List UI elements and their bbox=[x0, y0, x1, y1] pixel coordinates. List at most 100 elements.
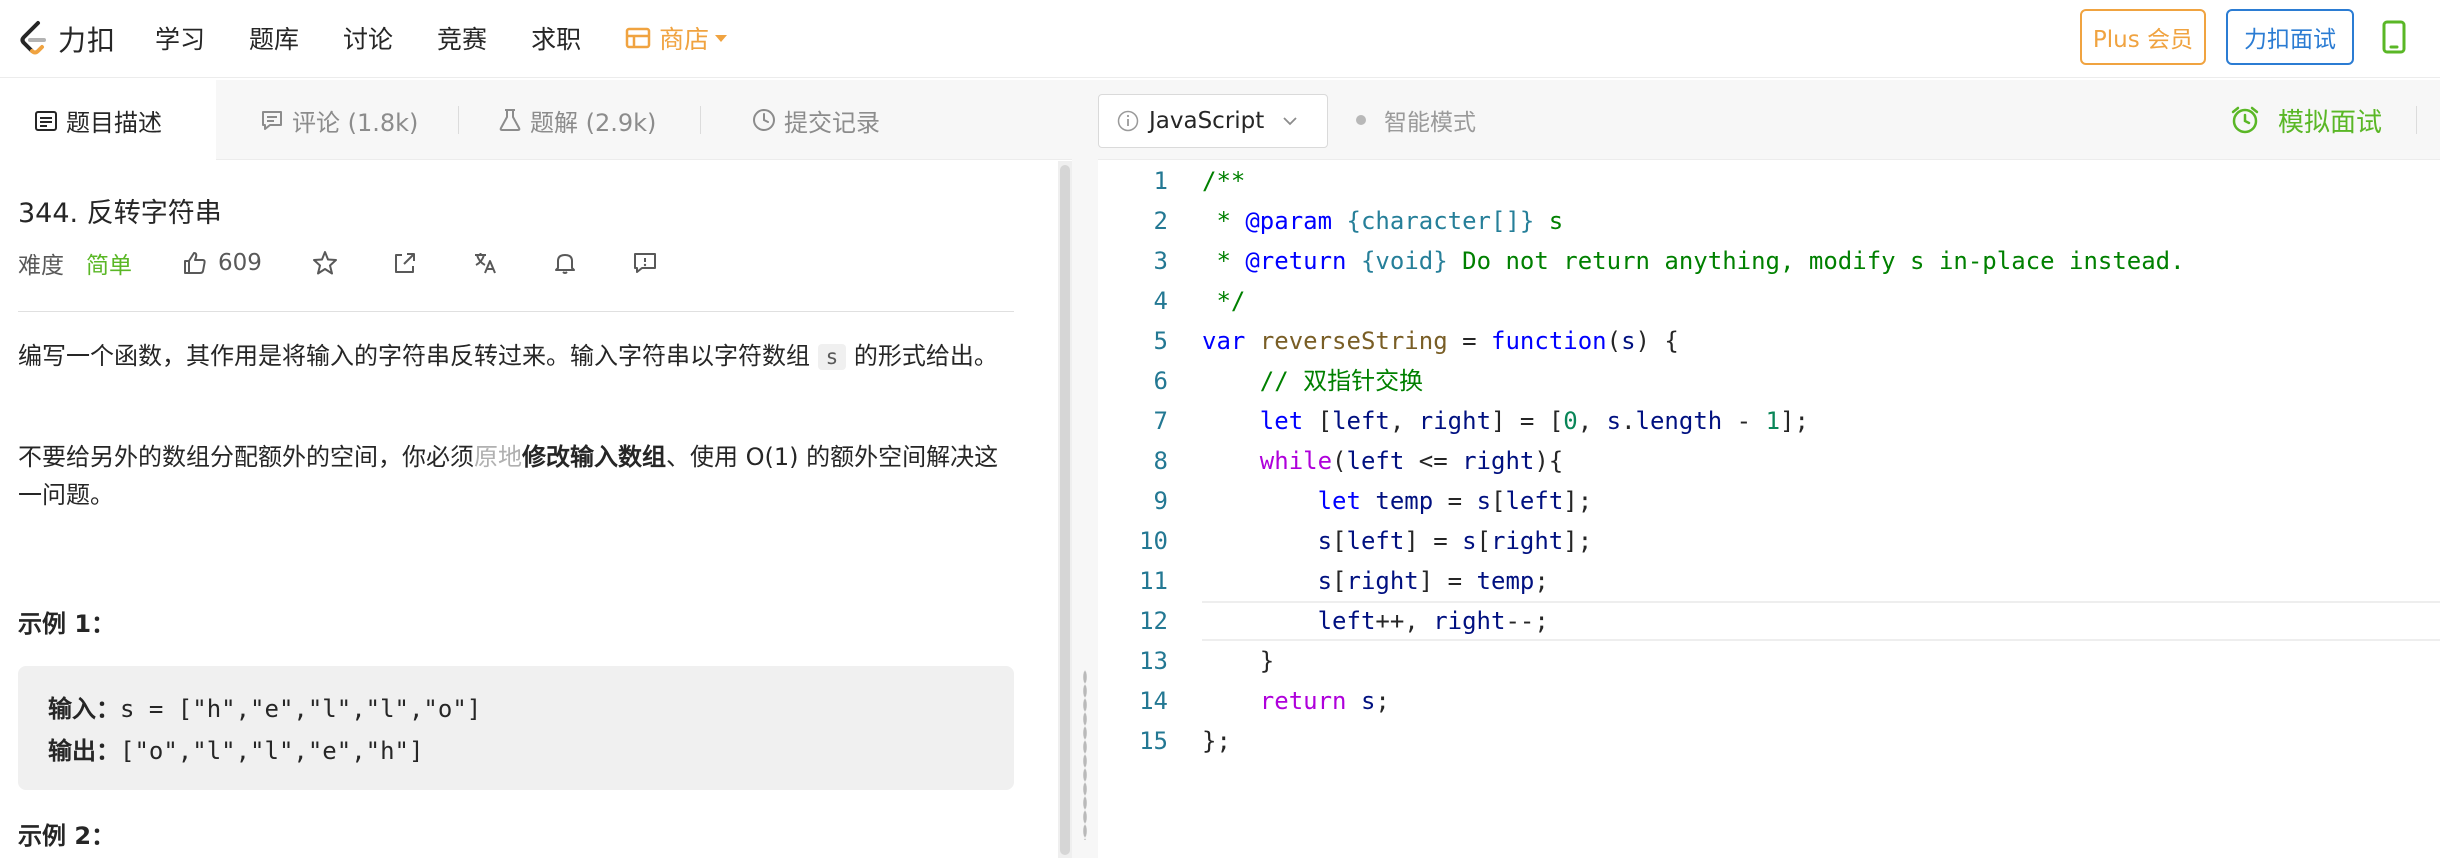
tab-label: 题解 (2.9k) bbox=[530, 108, 657, 137]
smart-mode-toggle[interactable]: 智能模式 bbox=[1356, 80, 1476, 160]
problem-title: 344. 反转字符串 bbox=[18, 198, 222, 229]
leetcode-logo[interactable]: 力扣 bbox=[18, 18, 116, 60]
line-number: 3 bbox=[1153, 247, 1168, 275]
mobile-phone-icon[interactable] bbox=[2382, 20, 2406, 54]
pane-resize-handle[interactable] bbox=[1072, 80, 1098, 858]
mock-interview-button[interactable]: 模拟面试 bbox=[2230, 80, 2382, 160]
bell-icon[interactable] bbox=[552, 250, 578, 276]
example-input-label: 输入： bbox=[48, 695, 120, 723]
code-line[interactable]: * @param {character[]} s bbox=[1202, 201, 2440, 241]
line-number: 9 bbox=[1153, 487, 1168, 515]
flask-icon bbox=[499, 109, 521, 131]
nav-item-contest[interactable]: 竞赛 bbox=[437, 20, 487, 56]
code-line[interactable]: while(left <= right){ bbox=[1202, 441, 2440, 481]
tab-separator bbox=[458, 106, 459, 134]
code-line-current[interactable]: left++, right--; bbox=[1202, 601, 2440, 641]
alarm-clock-icon bbox=[2231, 106, 2259, 134]
line-number: 4 bbox=[1153, 287, 1168, 315]
line-number: 12 bbox=[1139, 607, 1168, 635]
line-number: 8 bbox=[1153, 447, 1168, 475]
tab-solutions[interactable]: 题解 (2.9k) bbox=[498, 80, 656, 160]
code-line[interactable]: s[left] = s[right]; bbox=[1202, 521, 2440, 561]
tab-label: 题目描述 bbox=[66, 109, 162, 137]
code-line[interactable]: * @return {void} Do not return anything,… bbox=[1202, 241, 2440, 281]
tab-description[interactable]: 题目描述 bbox=[0, 80, 216, 161]
top-navigation: 力扣 学习 题库 讨论 竞赛 求职 商店 Plus 会员 力扣面试 bbox=[0, 0, 2440, 78]
info-icon bbox=[1117, 110, 1139, 132]
example-input-value: s = ["h","e","l","l","o"] bbox=[120, 695, 482, 723]
plus-membership-button[interactable]: Plus 会员 bbox=[2080, 9, 2206, 65]
code-editor[interactable]: 1 2 3 4 5 6 7 8 9 10 11 12 13 14 15 /** … bbox=[1098, 161, 2440, 858]
nav-item-discuss[interactable]: 讨论 bbox=[343, 20, 393, 56]
line-number: 10 bbox=[1139, 527, 1168, 555]
line-number: 7 bbox=[1153, 407, 1168, 435]
leetcode-logo-icon bbox=[20, 21, 46, 55]
line-number: 1 bbox=[1153, 167, 1168, 195]
chevron-down-icon bbox=[1283, 117, 1297, 126]
nav-item-learn[interactable]: 学习 bbox=[155, 20, 205, 56]
code-line[interactable]: var reverseString = function(s) { bbox=[1202, 321, 2440, 361]
like-count: 609 bbox=[218, 250, 262, 276]
divider bbox=[18, 311, 1014, 312]
code-line[interactable]: return s; bbox=[1202, 681, 2440, 721]
translate-icon[interactable] bbox=[472, 250, 498, 276]
tab-separator bbox=[700, 106, 701, 134]
code-line[interactable]: }; bbox=[1202, 721, 2440, 761]
example-output-label: 输出： bbox=[48, 737, 120, 765]
code-line[interactable]: let temp = s[left]; bbox=[1202, 481, 2440, 521]
line-number: 15 bbox=[1139, 727, 1168, 755]
code-line[interactable]: s[right] = temp; bbox=[1202, 561, 2440, 601]
in-place-link[interactable]: 原地 bbox=[474, 443, 522, 471]
line-number: 5 bbox=[1153, 327, 1168, 355]
description-text: 不要给另外的数组分配额外的空间，你必须 bbox=[18, 443, 474, 471]
code-line[interactable]: } bbox=[1202, 641, 2440, 681]
description-bold-text: 修改输入数组 bbox=[522, 443, 666, 471]
star-icon[interactable] bbox=[312, 250, 338, 276]
drag-grip-icon bbox=[1083, 670, 1087, 840]
main-nav: 学习 题库 讨论 竞赛 求职 商店 bbox=[155, 0, 728, 76]
example-1-box: 输入：s = ["h","e","l","l","o"] 输出：["o","l"… bbox=[18, 666, 1014, 790]
nav-item-store[interactable]: 商店 bbox=[625, 20, 728, 56]
logo-text: 力扣 bbox=[58, 24, 117, 57]
scrollbar-thumb[interactable] bbox=[1060, 165, 1070, 855]
nav-item-jobs[interactable]: 求职 bbox=[531, 20, 581, 56]
line-number: 14 bbox=[1139, 687, 1168, 715]
difficulty-badge: 简单 bbox=[86, 253, 132, 279]
nav-item-problemset[interactable]: 题库 bbox=[249, 20, 299, 56]
difficulty-label: 难度 bbox=[18, 253, 64, 279]
code-line[interactable]: // 双指针交换 bbox=[1202, 361, 2440, 401]
code-line[interactable]: let [left, right] = [0, s.length - 1]; bbox=[1202, 401, 2440, 441]
inline-code: s bbox=[817, 344, 847, 370]
code-line[interactable]: */ bbox=[1202, 281, 2440, 321]
status-dot-icon bbox=[1356, 115, 1366, 125]
thumbs-up-icon bbox=[184, 252, 206, 274]
share-icon[interactable] bbox=[392, 250, 418, 276]
code-line[interactable]: /** bbox=[1202, 161, 2440, 201]
clock-icon bbox=[753, 109, 775, 131]
problem-tab-bar: 题目描述 评论 (1.8k) 题解 (2.9k) 提交记录 bbox=[0, 80, 1072, 161]
problem-meta-bar: 难度 简单 609 bbox=[18, 245, 658, 281]
mock-interview-label: 模拟面试 bbox=[2278, 107, 2383, 138]
problem-scrollbar[interactable] bbox=[1058, 161, 1072, 858]
like-button[interactable]: 609 bbox=[182, 250, 262, 276]
editor-toolbar: JavaScript 智能模式 模拟面试 bbox=[1098, 80, 2440, 160]
description-text: 编写一个函数，其作用是将输入的字符串反转过来。输入字符串以字符数组 bbox=[18, 342, 818, 370]
leetcode-interview-button[interactable]: 力扣面试 bbox=[2226, 9, 2354, 65]
line-number: 11 bbox=[1139, 567, 1168, 595]
language-select[interactable]: JavaScript bbox=[1098, 94, 1328, 148]
tab-submissions[interactable]: 提交记录 bbox=[752, 80, 880, 160]
feedback-icon[interactable] bbox=[632, 250, 658, 276]
line-number: 6 bbox=[1153, 367, 1168, 395]
description-icon bbox=[35, 110, 57, 131]
problem-description-pane: 344. 反转字符串 难度 简单 609 编写一个函数，其作用是将输入的字符串反… bbox=[0, 161, 1030, 858]
chevron-down-icon bbox=[715, 34, 728, 42]
toolbar-separator bbox=[2416, 106, 2417, 134]
store-label: 商店 bbox=[659, 25, 710, 54]
line-number: 13 bbox=[1139, 647, 1168, 675]
tab-comments[interactable]: 评论 (1.8k) bbox=[260, 80, 418, 160]
example-output-line: 输出：["o","l","l","e","h"] bbox=[48, 730, 984, 772]
store-icon bbox=[625, 27, 651, 49]
example-input-line: 输入：s = ["h","e","l","l","o"] bbox=[48, 688, 984, 730]
tab-label: 提交记录 bbox=[784, 108, 880, 137]
language-label: JavaScript bbox=[1149, 108, 1265, 134]
